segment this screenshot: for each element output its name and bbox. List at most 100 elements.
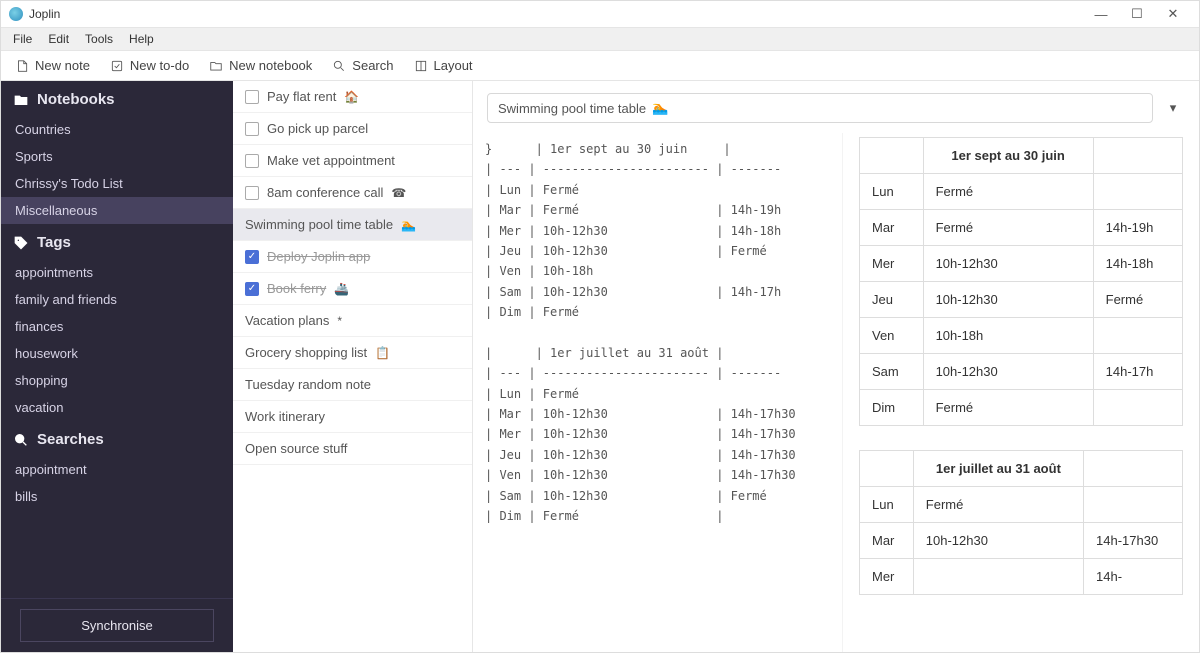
search-icon bbox=[13, 432, 29, 448]
todo-checkbox[interactable] bbox=[245, 154, 259, 168]
sidebar-notebook-item[interactable]: Sports bbox=[1, 143, 233, 170]
note-list-item[interactable]: Deploy Joplin app bbox=[233, 241, 472, 273]
todo-checkbox[interactable] bbox=[245, 250, 259, 264]
timetable-row: Mer10h-12h3014h-18h bbox=[860, 246, 1183, 282]
sidebar-search-item[interactable]: bills bbox=[1, 483, 233, 510]
note-list[interactable]: Pay flat rent 🏠 Go pick up parcel Make vet… bbox=[233, 81, 473, 652]
sidebar-notebook-item[interactable]: Countries bbox=[1, 116, 233, 143]
note-actions-dropdown[interactable]: ▾ bbox=[1161, 96, 1185, 120]
sidebar-notebook-item[interactable]: Chrissy's Todo List bbox=[1, 170, 233, 197]
note-list-item[interactable]: Tuesday random note bbox=[233, 369, 472, 401]
layout-label: Layout bbox=[434, 58, 473, 73]
sidebar-tag-item[interactable]: housework bbox=[1, 340, 233, 367]
todo-icon bbox=[110, 59, 124, 73]
timetable-cell: Fermé bbox=[923, 174, 1093, 210]
menu-file[interactable]: File bbox=[5, 30, 40, 48]
note-list-item-label: Book ferry bbox=[267, 281, 326, 296]
new-todo-button[interactable]: New to-do bbox=[102, 55, 197, 76]
timetable-cell: 14h-18h bbox=[1093, 246, 1182, 282]
note-item-emoji: 🏠 bbox=[344, 90, 359, 104]
new-note-label: New note bbox=[35, 58, 90, 73]
sidebar-tag-item[interactable]: family and friends bbox=[1, 286, 233, 313]
note-list-item[interactable]: Work itinerary bbox=[233, 401, 472, 433]
timetable-cell: 14h-19h bbox=[1093, 210, 1182, 246]
timetable-cell bbox=[913, 559, 1083, 595]
app-icon bbox=[9, 7, 23, 21]
todo-checkbox[interactable] bbox=[245, 282, 259, 296]
sidebar-tag-item[interactable]: shopping bbox=[1, 367, 233, 394]
todo-checkbox[interactable] bbox=[245, 90, 259, 104]
rendered-preview-pane[interactable]: 1er sept au 30 juinLunFerméMarFermé14h-1… bbox=[843, 133, 1199, 652]
note-title-row: Swimming pool time table 🏊 ▾ bbox=[473, 81, 1199, 133]
timetable: 1er juillet au 31 aoûtLunFerméMar10h-12h… bbox=[859, 450, 1183, 595]
sidebar-notebook-item[interactable]: Miscellaneous bbox=[1, 197, 233, 224]
editor-pane: Swimming pool time table 🏊 ▾ } | 1er sep… bbox=[473, 81, 1199, 652]
menu-help[interactable]: Help bbox=[121, 30, 162, 48]
note-list-item[interactable]: 8am conference call ☎ bbox=[233, 177, 472, 209]
timetable-day: Lun bbox=[860, 174, 924, 210]
maximize-button[interactable]: ☐ bbox=[1119, 1, 1155, 27]
app-window: Joplin — ☐ ✕ File Edit Tools Help New no… bbox=[0, 0, 1200, 653]
timetable-row: LunFermé bbox=[860, 174, 1183, 210]
layout-button[interactable]: Layout bbox=[406, 55, 481, 76]
sidebar-notebooks-header[interactable]: Notebooks bbox=[1, 81, 233, 116]
timetable-cell: 14h-17h bbox=[1093, 354, 1182, 390]
note-item-emoji: * bbox=[337, 314, 342, 328]
sidebar-tag-item[interactable]: finances bbox=[1, 313, 233, 340]
todo-checkbox[interactable] bbox=[245, 186, 259, 200]
close-button[interactable]: ✕ bbox=[1155, 1, 1191, 27]
note-list-item-label: Make vet appointment bbox=[267, 153, 395, 168]
timetable-cell: Fermé bbox=[1093, 282, 1182, 318]
timetable-row: MarFermé14h-19h bbox=[860, 210, 1183, 246]
new-note-button[interactable]: New note bbox=[7, 55, 98, 76]
note-list-item[interactable]: Grocery shopping list 📋 bbox=[233, 337, 472, 369]
timetable-cell: 10h-12h30 bbox=[913, 523, 1083, 559]
sidebar-searches-header[interactable]: Searches bbox=[1, 421, 233, 456]
timetable-row: Mar10h-12h3014h-17h30 bbox=[860, 523, 1183, 559]
sidebar: Notebooks CountriesSportsChrissy's Todo … bbox=[1, 81, 233, 652]
sidebar-tag-item[interactable]: vacation bbox=[1, 394, 233, 421]
note-list-item-label: Vacation plans bbox=[245, 313, 329, 328]
timetable-day: Ven bbox=[860, 318, 924, 354]
timetable-row: Jeu10h-12h30Fermé bbox=[860, 282, 1183, 318]
note-item-emoji: 🚢 bbox=[334, 282, 349, 296]
new-notebook-button[interactable]: New notebook bbox=[201, 55, 320, 76]
note-item-emoji: 📋 bbox=[375, 346, 390, 360]
minimize-button[interactable]: — bbox=[1083, 1, 1119, 27]
note-list-item[interactable]: Make vet appointment bbox=[233, 145, 472, 177]
menu-tools[interactable]: Tools bbox=[77, 30, 121, 48]
search-button[interactable]: Search bbox=[324, 55, 401, 76]
timetable-row: DimFermé bbox=[860, 390, 1183, 426]
sidebar-search-item[interactable]: appointment bbox=[1, 456, 233, 483]
markdown-source-pane[interactable]: } | 1er sept au 30 juin | | --- | ------… bbox=[473, 133, 843, 652]
note-list-item[interactable]: Vacation plans * bbox=[233, 305, 472, 337]
timetable-day: Mar bbox=[860, 210, 924, 246]
menu-edit[interactable]: Edit bbox=[40, 30, 77, 48]
timetable-title: 1er sept au 30 juin bbox=[923, 138, 1093, 174]
synchronise-button[interactable]: Synchronise bbox=[20, 609, 214, 642]
timetable-day: Jeu bbox=[860, 282, 924, 318]
note-list-item[interactable]: Go pick up parcel bbox=[233, 113, 472, 145]
note-list-item-label: Go pick up parcel bbox=[267, 121, 368, 136]
app-title: Joplin bbox=[29, 7, 60, 21]
note-title-input[interactable]: Swimming pool time table 🏊 bbox=[487, 93, 1153, 123]
timetable-cell: 14h-17h30 bbox=[1084, 523, 1183, 559]
note-list-item[interactable]: Pay flat rent 🏠 bbox=[233, 81, 472, 113]
note-list-item-label: 8am conference call bbox=[267, 185, 383, 200]
note-title-text: Swimming pool time table bbox=[498, 101, 646, 116]
note-list-item[interactable]: Swimming pool time table 🏊 bbox=[233, 209, 472, 241]
main-content: Notebooks CountriesSportsChrissy's Todo … bbox=[1, 81, 1199, 652]
note-list-item[interactable]: Book ferry 🚢 bbox=[233, 273, 472, 305]
note-list-item[interactable]: Open source stuff bbox=[233, 433, 472, 465]
todo-checkbox[interactable] bbox=[245, 122, 259, 136]
note-list-item-label: Grocery shopping list bbox=[245, 345, 367, 360]
note-list-item-label: Swimming pool time table bbox=[245, 217, 393, 232]
timetable-row: Mer14h- bbox=[860, 559, 1183, 595]
toolbar: New note New to-do New notebook Search L… bbox=[1, 51, 1199, 81]
note-list-item-label: Work itinerary bbox=[245, 409, 325, 424]
timetable-day: Sam bbox=[860, 354, 924, 390]
sidebar-tag-item[interactable]: appointments bbox=[1, 259, 233, 286]
timetable-day: Mar bbox=[860, 523, 914, 559]
sidebar-tags-header[interactable]: Tags bbox=[1, 224, 233, 259]
folder-icon bbox=[13, 92, 29, 108]
